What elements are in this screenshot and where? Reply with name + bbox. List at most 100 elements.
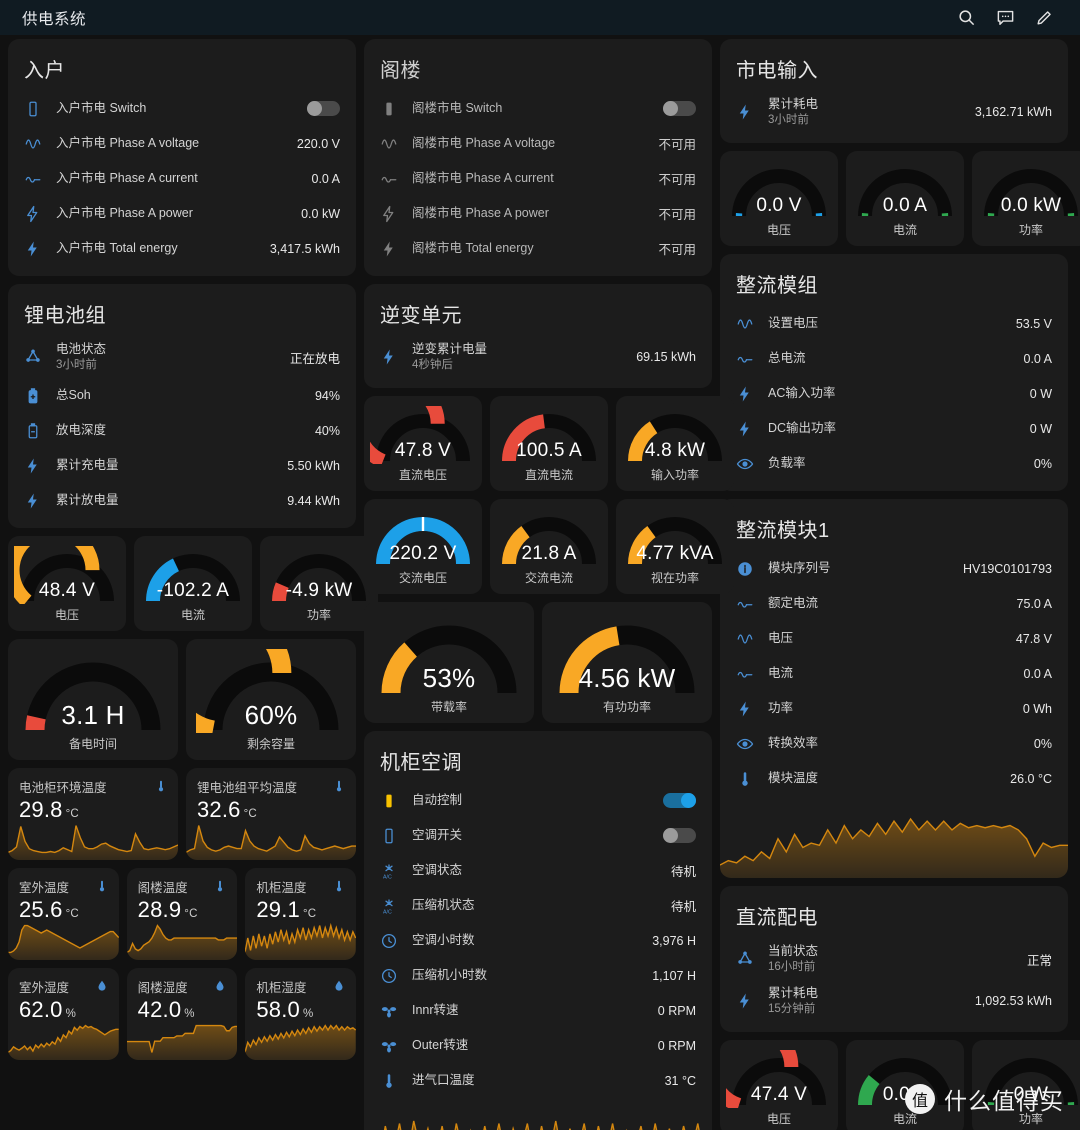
entity-row[interactable]: 电流 0.0 A <box>736 656 1052 691</box>
entity-row[interactable]: 放电深度 40% <box>24 413 340 448</box>
entity-row[interactable]: 进气口温度 31 °C <box>380 1063 696 1098</box>
entity-row[interactable]: 空调小时数 3,976 H <box>380 923 696 958</box>
gauge-label: 输入功率 <box>650 468 699 482</box>
sensor-card[interactable]: 阁楼湿度 42.0% <box>126 968 238 1060</box>
entity-row[interactable]: 阁楼市电 Switch <box>380 91 696 126</box>
gauge-value: 4.56 kW <box>578 663 676 693</box>
entity-row[interactable]: 电压 47.8 V <box>736 621 1052 656</box>
toggle-switch[interactable] <box>307 101 340 116</box>
gauge-card[interactable]: 3.1 H 备电时间 <box>8 639 178 760</box>
entity-value: 9.44 kWh <box>287 493 340 508</box>
entity-row[interactable]: 入户市电 Switch <box>24 91 340 126</box>
entity-row[interactable]: 压缩机小时数 1,107 H <box>380 958 696 993</box>
sensor-header: 室外湿度 <box>8 968 119 996</box>
entity-row[interactable]: 累计耗电 15分钟前 1,092.53 kWh <box>736 980 1052 1022</box>
gauge-card[interactable]: 0.0 V 电压 <box>720 151 838 246</box>
assist-chat-icon[interactable] <box>996 8 1015 27</box>
entity-row[interactable]: 阁楼市电 Total energy 不可用 <box>380 231 696 266</box>
entity-row[interactable]: 累计耗电 3小时前 3,162.71 kWh <box>736 91 1052 133</box>
sensor-name: 室外温度 <box>19 881 70 895</box>
gauge-card[interactable]: 60% 剩余容量 <box>186 639 356 760</box>
gauge-card[interactable]: -102.2 A 电流 <box>134 536 252 631</box>
entity-row[interactable]: 入户市电 Phase A current 0.0 A <box>24 161 340 196</box>
entity-row[interactable]: 累计放电量 9.44 kWh <box>24 483 340 518</box>
entity-row[interactable]: 阁楼市电 Phase A current 不可用 <box>380 161 696 196</box>
entity-row[interactable]: AC输入功率 0 W <box>736 376 1052 411</box>
entity-row[interactable]: 累计充电量 5.50 kWh <box>24 448 340 483</box>
sensor-card[interactable]: 锂电池组平均温度 32.6 °C <box>186 768 356 860</box>
entity-value: 75.0 A <box>1016 596 1052 611</box>
entity-sublabel: 3小时前 <box>56 359 97 372</box>
sensor-card[interactable]: 机柜温度 29.1 °C <box>245 868 357 960</box>
entity-row[interactable]: 设置电压 53.5 V <box>736 306 1052 341</box>
entity-row[interactable]: 总电流 0.0 A <box>736 341 1052 376</box>
entity-row[interactable]: 负载率 0% <box>736 446 1052 481</box>
entity-row[interactable]: 额定电流 75.0 A <box>736 586 1052 621</box>
gauge-arc: 0.0 V <box>726 161 832 219</box>
entity-row[interactable]: 入户市电 Phase A power 0.0 kW <box>24 196 340 231</box>
entity-row[interactable]: 功率 0 Wh <box>736 691 1052 726</box>
sensor-card[interactable]: 室外湿度 62.0% <box>8 968 119 1060</box>
gauge-card[interactable]: 21.8 A 交流电流 <box>490 499 608 594</box>
sensor-card[interactable]: 室外温度 25.6 °C <box>8 868 119 960</box>
toggle-switch[interactable] <box>663 101 696 116</box>
entity-row[interactable]: 入户市电 Phase A voltage 220.0 V <box>24 126 340 161</box>
entity-row[interactable]: 转换效率 0% <box>736 726 1052 761</box>
entity-value: 不可用 <box>658 138 696 152</box>
entity-row[interactable]: 自动控制 <box>380 783 696 818</box>
gauge-card[interactable]: 0.0 A 电流 <box>846 151 964 246</box>
entity-row[interactable]: 空调开关 <box>380 818 696 853</box>
entity-value: 1,092.53 kWh <box>974 994 1052 1008</box>
entity-row[interactable]: Outer转速 0 RPM <box>380 1028 696 1063</box>
sensor-card[interactable]: 机柜湿度 58.0% <box>245 968 357 1060</box>
flash-icon <box>380 240 412 258</box>
entity-value: 40% <box>314 423 340 438</box>
entity-row[interactable]: Innr转速 0 RPM <box>380 993 696 1028</box>
toggle-knob <box>307 101 322 116</box>
gauge-card[interactable]: 4.77 kVA 视在功率 <box>616 499 734 594</box>
entity-row[interactable]: 当前状态 16小时前 正常 <box>736 938 1052 980</box>
entity-value: 0% <box>1033 456 1052 471</box>
entity-value: 0 RPM <box>657 1038 696 1053</box>
gauge-card[interactable]: 53% 带载率 <box>364 602 534 723</box>
entity-row[interactable]: 入户市电 Total energy 3,417.5 kWh <box>24 231 340 266</box>
sensor-name: 电池柜环境温度 <box>19 781 107 795</box>
entity-row[interactable]: A/C 空调状态 待机 <box>380 853 696 888</box>
entity-row[interactable]: A/C 压缩机状态 待机 <box>380 888 696 923</box>
gauge-label: 交流电压 <box>398 571 447 585</box>
edit-pencil-icon[interactable] <box>1035 8 1054 27</box>
gauge-value: 220.2 V <box>389 543 457 564</box>
entity-value: 69.15 kWh <box>636 350 696 364</box>
gauge-arc: 47.4 V <box>726 1050 832 1108</box>
gauge-card[interactable]: 47.8 V 直流电压 <box>364 396 482 491</box>
entity-row[interactable]: 阁楼市电 Phase A voltage 不可用 <box>380 126 696 161</box>
gauge-card[interactable]: -4.9 kW 功率 <box>260 536 378 631</box>
entity-row[interactable]: DC输出功率 0 W <box>736 411 1052 446</box>
sensor-card[interactable]: 电池柜环境温度 29.8 °C <box>8 768 178 860</box>
gauge-card[interactable]: 4.8 kW 输入功率 <box>616 396 734 491</box>
entity-row[interactable]: 模块序列号 HV19C0101793 <box>736 551 1052 586</box>
entity-row[interactable]: 逆变累计电量 4秒钟后 69.15 kWh <box>380 336 696 378</box>
thermometer-icon <box>332 777 346 795</box>
entity-row[interactable]: 阁楼市电 Phase A power 不可用 <box>380 196 696 231</box>
gauge-card[interactable]: 100.5 A 直流电流 <box>490 396 608 491</box>
entity-label: 入户市电 Phase A power <box>56 205 193 220</box>
entity-label: 阁楼市电 Switch <box>412 100 503 115</box>
entity-label: 阁楼市电 Phase A voltage <box>412 135 556 150</box>
sensor-card[interactable]: 阁楼温度 28.9 °C <box>126 868 238 960</box>
gauge-card[interactable]: 47.4 V 电压 <box>720 1040 838 1130</box>
gauge-card[interactable]: 4.56 kW 有功功率 <box>542 602 712 723</box>
svg-text:A/C: A/C <box>383 909 392 915</box>
card-title: 逆变单元 <box>380 305 462 327</box>
gauge-value: 53% <box>422 663 476 693</box>
entity-row[interactable]: 电池状态 3小时前 正在放电 <box>24 336 340 378</box>
gauge-card[interactable]: 220.2 V 交流电压 <box>364 499 482 594</box>
search-icon[interactable] <box>957 8 976 27</box>
gauge-card[interactable]: 48.4 V 电压 <box>8 536 126 631</box>
entity-row[interactable]: 总Soh 94% <box>24 378 340 413</box>
sensor-row-1: 电池柜环境温度 29.8 °C 锂电池组平均温度 32.6 °C <box>8 768 356 860</box>
entity-row[interactable]: 模块温度 26.0 °C <box>736 761 1052 796</box>
toggle-switch[interactable] <box>663 793 696 808</box>
toggle-switch[interactable] <box>663 828 696 843</box>
gauge-card[interactable]: 0.0 kW 功率 <box>972 151 1080 246</box>
